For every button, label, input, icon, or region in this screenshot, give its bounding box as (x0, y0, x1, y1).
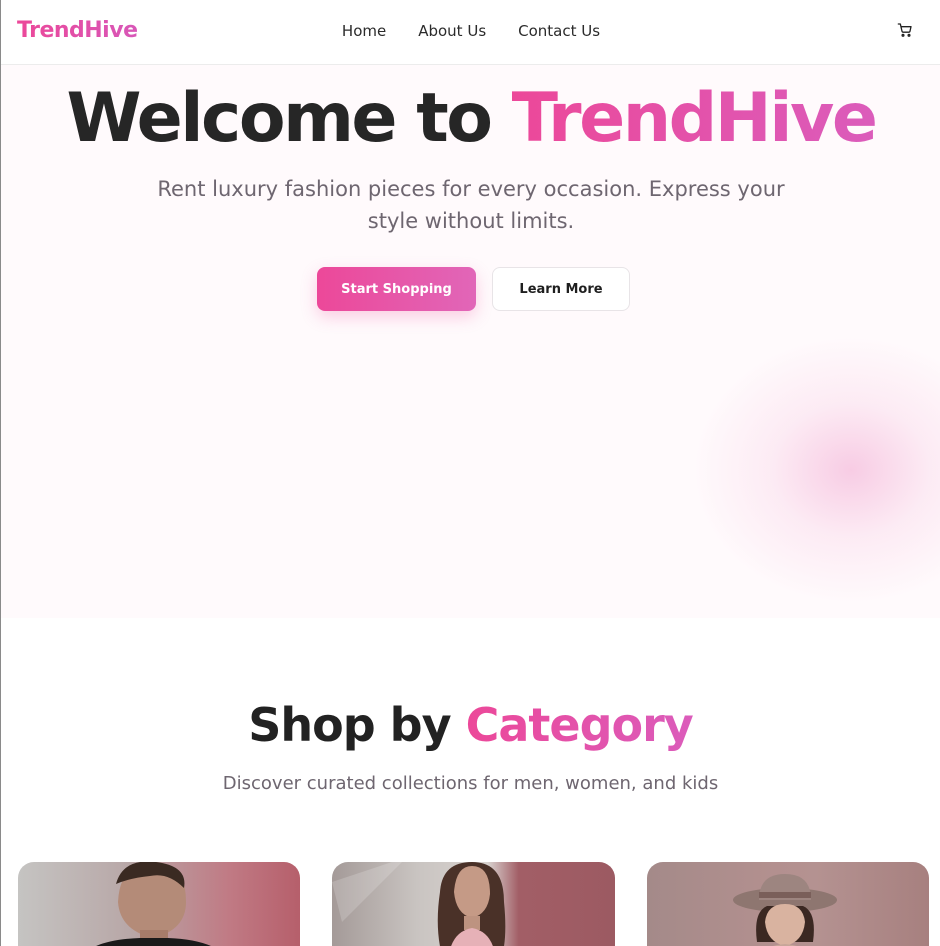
main-nav: Home About Us Contact Us (1, 22, 940, 40)
category-card-kids[interactable] (647, 862, 929, 946)
category-card-women[interactable] (332, 862, 615, 946)
category-section-title: Shop by Category (1, 698, 940, 752)
learn-more-button[interactable]: Learn More (492, 267, 630, 311)
kids-model-photo (733, 874, 837, 946)
hero-decorative-glow (691, 335, 940, 605)
shopping-cart-icon[interactable] (897, 22, 917, 42)
site-header: TrendHive Home About Us Contact Us (1, 0, 940, 65)
start-shopping-button[interactable]: Start Shopping (317, 267, 476, 311)
nav-link-home[interactable]: Home (342, 22, 386, 40)
category-card-men[interactable] (18, 862, 300, 946)
category-title-prefix: Shop by (248, 698, 451, 752)
men-model-photo (96, 862, 211, 946)
hero-title: Welcome to TrendHive (1, 79, 940, 158)
hero-title-prefix: Welcome to (66, 79, 493, 158)
hero-subtitle: Rent luxury fashion pieces for every occ… (157, 177, 785, 233)
category-section-subtitle: Discover curated collections for men, wo… (222, 773, 719, 794)
women-model-photo (332, 862, 506, 946)
nav-link-about-us[interactable]: About Us (418, 22, 486, 40)
hero-section: Welcome to TrendHive Rent luxury fashion… (1, 65, 940, 618)
page: TrendHive Home About Us Contact Us Welco… (0, 0, 940, 946)
hero-title-accent: TrendHive (511, 79, 878, 158)
nav-link-contact-us[interactable]: Contact Us (518, 22, 600, 40)
category-title-accent: Category (465, 698, 694, 752)
